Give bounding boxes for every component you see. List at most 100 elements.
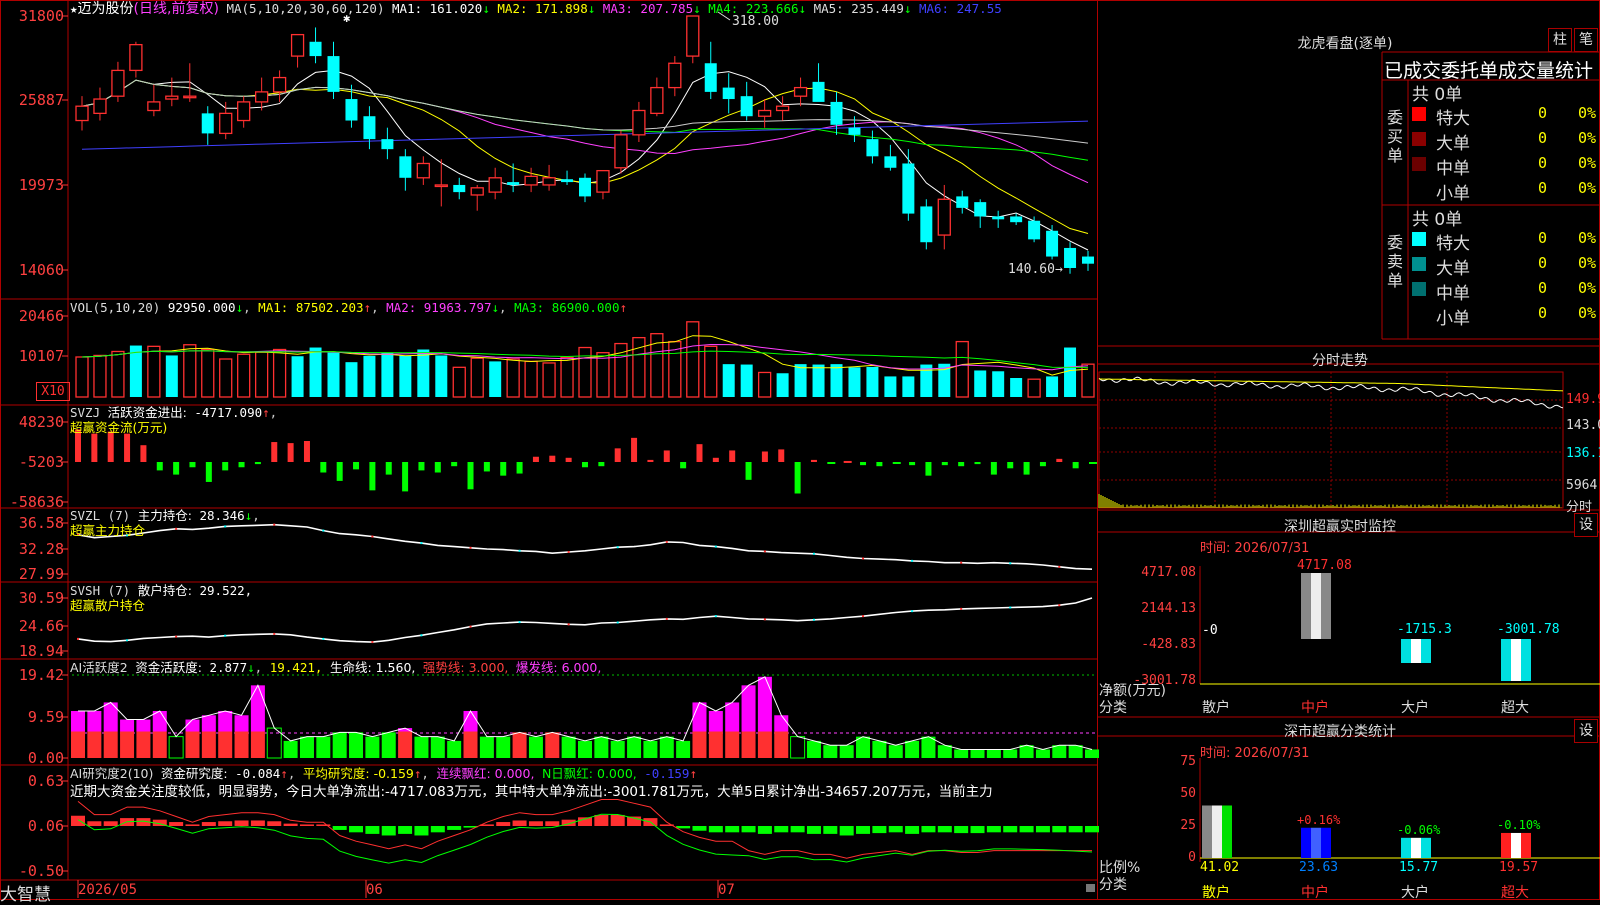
- order-count-value: 0: [1538, 229, 1548, 247]
- main-holding-tick: [714, 545, 717, 548]
- fund-flow-bar: [287, 443, 294, 462]
- sz-monitor-value-label: 4717.08: [1297, 558, 1352, 573]
- research-bar: [856, 826, 871, 834]
- order-pct-value: 0%: [1578, 154, 1597, 172]
- legend-swatch: [1412, 107, 1426, 121]
- research-bar: [888, 826, 903, 833]
- candle-body: [542, 177, 556, 186]
- research-bar: [250, 820, 265, 826]
- fund-flow-bar: [794, 462, 801, 494]
- order-count-value: 0: [1538, 154, 1548, 172]
- sz-stats-bar-seg: [1401, 837, 1411, 858]
- sz-stats-bar: [1202, 805, 1232, 858]
- axis-tick-label: -58636: [9, 493, 64, 511]
- fund-flow-bar: [189, 462, 196, 468]
- volume-bar: [740, 364, 753, 397]
- research-bar: [790, 826, 805, 833]
- date-label-jun: 06: [366, 882, 383, 898]
- fund-flow-bar: [500, 462, 507, 476]
- volume-bar: [1064, 347, 1077, 397]
- research-bar: [299, 824, 314, 826]
- candle-body: [775, 105, 790, 112]
- axis-tick-label: 0.06: [27, 817, 64, 835]
- candle-body: [740, 96, 753, 117]
- volume-bar: [722, 364, 735, 397]
- fund-flow-bar: [1007, 462, 1014, 469]
- sz-monitor-settings-button[interactable]: 设: [1574, 513, 1598, 537]
- activity-bar: [299, 736, 314, 758]
- activity-bar: [496, 736, 511, 758]
- candle-body: [1028, 220, 1041, 240]
- svsh-subtitle: 超赢散户持仓: [70, 598, 146, 613]
- activity-bar: [790, 736, 806, 759]
- fund-flow-bar: [107, 431, 114, 462]
- volume-bar: [776, 373, 789, 397]
- activity-bar: [676, 740, 691, 758]
- sz-stats-change-label: +0.16%: [1297, 812, 1341, 827]
- fund-flow-bar: [909, 462, 916, 466]
- activity-bar: [725, 731, 740, 758]
- fund-flow-bar: [761, 451, 768, 462]
- activity-bar: [463, 731, 478, 758]
- ai2-header: AI研究度2(10) 资金研究度: -0.084↑, 平均研究度: -0.159…: [70, 766, 697, 781]
- axis-tick-label: 48230: [18, 413, 64, 431]
- research-bar: [823, 826, 838, 834]
- candle-body: [75, 105, 89, 122]
- research-bar: [201, 822, 216, 826]
- sell-orders-label: 委卖单: [1386, 233, 1403, 290]
- lock-icon[interactable]: [1086, 884, 1095, 892]
- volume-bar: [309, 347, 322, 397]
- candle-body: [434, 184, 448, 188]
- activity-bar: [71, 731, 85, 758]
- activity-bar: [398, 731, 413, 758]
- volume-bar: [902, 376, 915, 397]
- research-bar: [185, 824, 200, 826]
- fund-flow-bar: [369, 462, 376, 491]
- axis-tick-label: 25887: [18, 91, 64, 109]
- ma-item: MA6: 247.55: [918, 1, 1002, 16]
- research-bar: [512, 820, 527, 826]
- order-pct-value: 0%: [1578, 104, 1597, 122]
- retail-holding-tick: [420, 634, 423, 637]
- activity-bar: [87, 731, 102, 758]
- candle-body: [668, 62, 682, 89]
- order-size-label: 中单: [1436, 284, 1470, 304]
- stock-name[interactable]: 迈为股份: [78, 1, 134, 17]
- candle-body: [579, 177, 591, 197]
- fund-flow-bar: [663, 450, 670, 462]
- candle-body: [757, 109, 772, 117]
- activity-bar: [757, 676, 772, 732]
- sz-stats-bar-seg: [1411, 837, 1421, 858]
- sz-stats-settings-button[interactable]: 设: [1574, 719, 1598, 743]
- activity-bar: [234, 715, 249, 732]
- intraday-axis-label: 5964: [1566, 478, 1598, 493]
- research-bar: [937, 826, 952, 833]
- fund-flow-bar: [434, 462, 441, 473]
- candle-body: [884, 156, 897, 168]
- main-holding-tick: [1009, 562, 1012, 565]
- activity-bar: [856, 736, 871, 758]
- candle-body: [812, 81, 825, 102]
- svzl-subtitle: 超赢主力持仓: [70, 523, 146, 538]
- activity-bar: [823, 745, 838, 758]
- research-bar: [414, 826, 429, 836]
- activity-bar: [708, 710, 723, 732]
- activity-bar: [136, 719, 151, 732]
- research-bar: [986, 826, 1001, 833]
- buy-orders-label: 委买单: [1386, 108, 1403, 165]
- activity-bar: [316, 736, 331, 758]
- volume-bar: [1010, 378, 1023, 397]
- volume-unit[interactable]: X10: [36, 382, 70, 401]
- date-label-may: 2026/05: [78, 882, 138, 898]
- ma-line-60: [81, 79, 1089, 144]
- bar-mode-button[interactable]: 柱: [1548, 28, 1572, 52]
- main-holding-tick: [911, 559, 914, 562]
- order-stats-title: 已成交委托单成交量统计: [1384, 60, 1594, 82]
- research-bar: [1052, 826, 1067, 833]
- sz-stats-bar-seg: [1212, 805, 1222, 858]
- retail-holding-tick: [77, 637, 79, 640]
- sz-stats-axis-label: 75: [1180, 754, 1196, 769]
- activity-bar: [1019, 745, 1034, 758]
- pen-mode-button[interactable]: 笔: [1574, 28, 1598, 52]
- date-label-jul: 07: [718, 882, 735, 898]
